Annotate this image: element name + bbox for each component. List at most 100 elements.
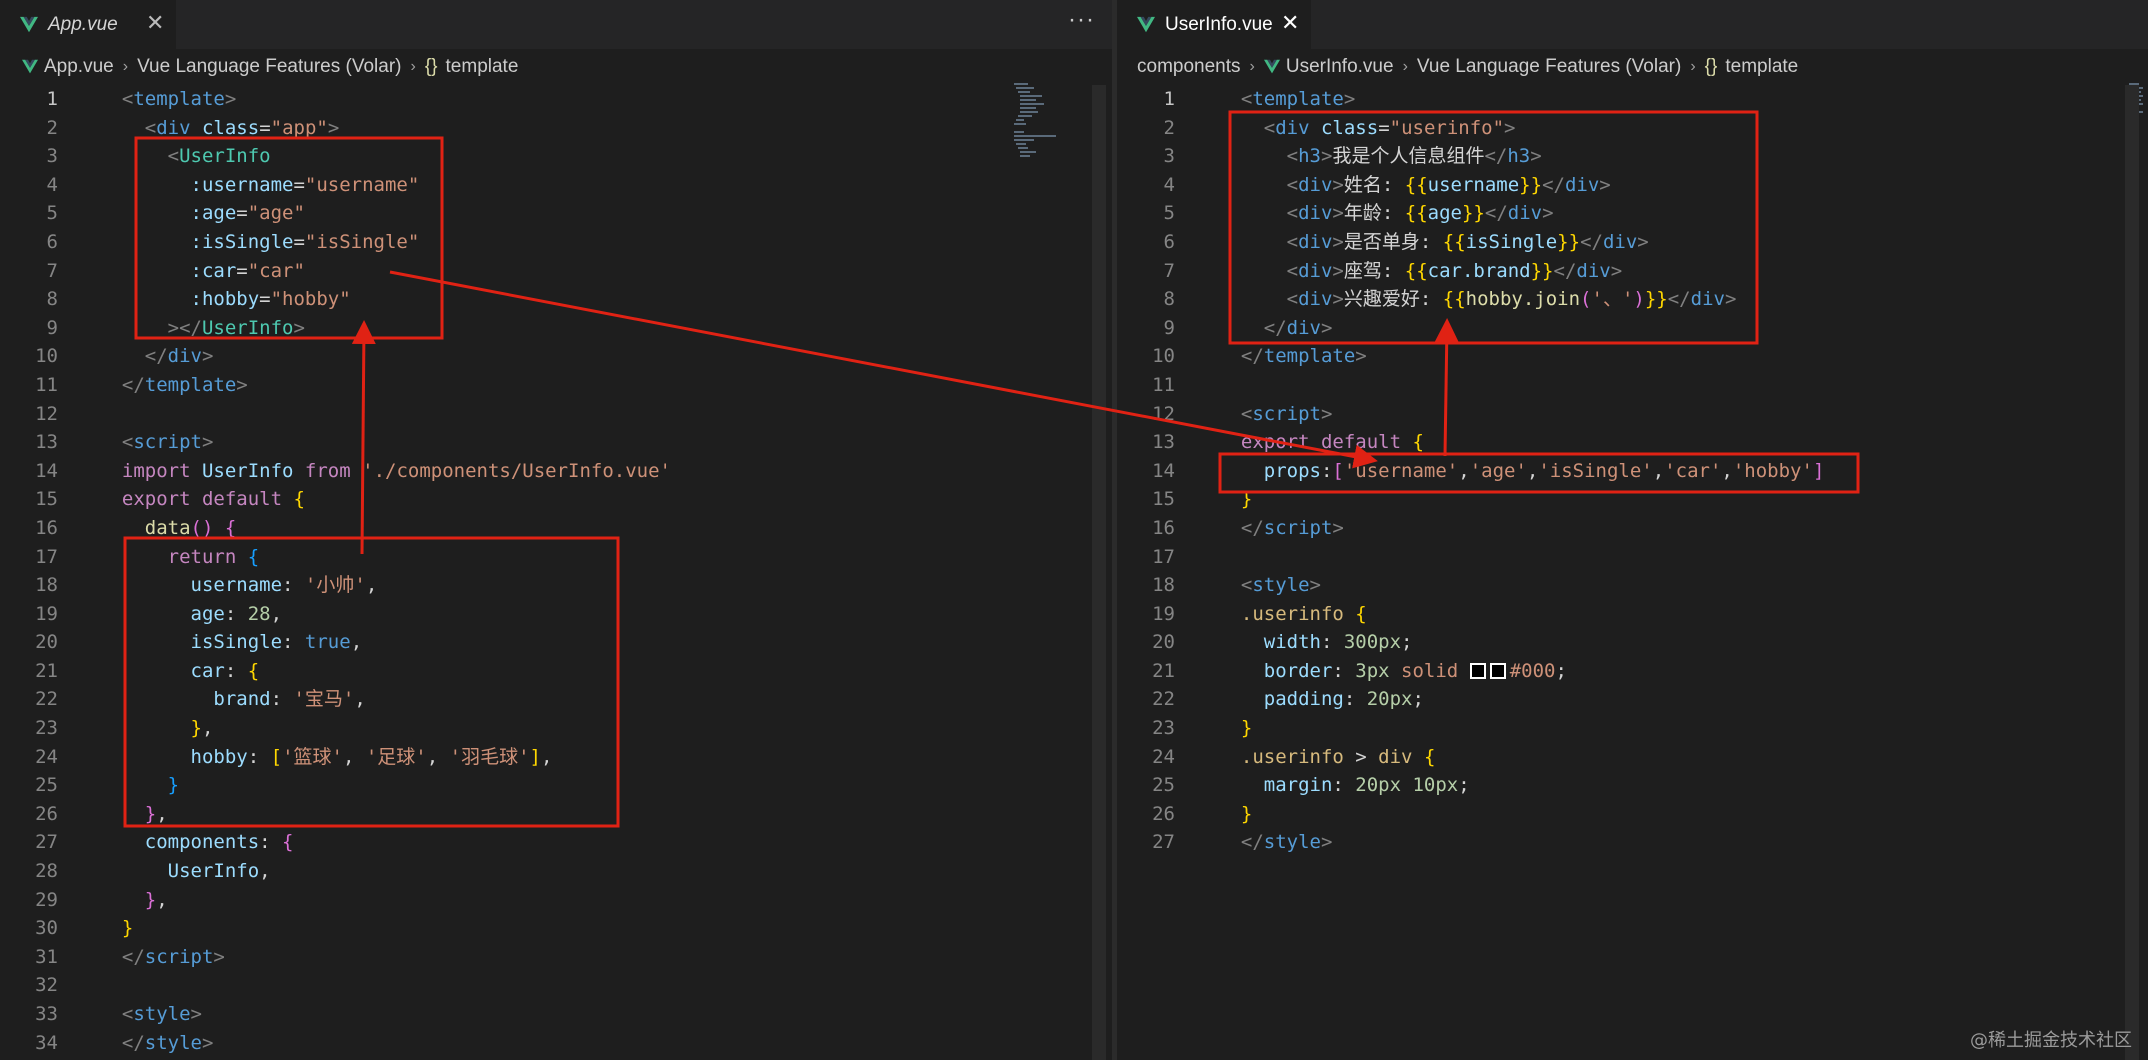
line-number: 17 — [35, 545, 58, 568]
code-token: , — [270, 602, 283, 625]
code-token: { — [236, 545, 260, 568]
code-token: }} — [1644, 288, 1668, 311]
code-token: brand — [99, 688, 271, 711]
code-token: default — [1309, 431, 1402, 454]
breadcrumb-item[interactable]: Vue Language Features (Volar) — [1417, 56, 1681, 78]
code-line: 1 <template> — [1117, 85, 2148, 114]
code-token: > — [201, 431, 214, 454]
code-token: > — [1343, 88, 1356, 110]
line-text: </div> — [1218, 314, 1333, 343]
code-token: style — [1252, 574, 1310, 597]
code-token: 座驾: — [1343, 259, 1405, 282]
code-token: :car — [99, 259, 237, 282]
code-token: {{ — [1404, 173, 1428, 196]
breadcrumb-item[interactable]: components — [1137, 56, 1241, 78]
line-text: } — [1218, 485, 1252, 514]
line-text: }, — [99, 714, 214, 743]
breadcrumb-item[interactable]: App.vue — [22, 56, 114, 78]
code-token: div — [1690, 288, 1725, 311]
tab-app-vue[interactable]: App.vue ✕ — [0, 0, 176, 49]
code-token: div — [1507, 202, 1543, 225]
right-tab-bar: UserInfo.vue ✕ — [1117, 0, 2148, 49]
code-token: </ — [1240, 831, 1264, 854]
breadcrumb-item[interactable]: Vue Language Features (Volar) — [137, 56, 401, 78]
code-line: 5 :age="age" — [0, 199, 1112, 228]
code-token: > — [293, 316, 305, 339]
line-number: 32 — [35, 974, 58, 997]
code-line: 1 <template> — [0, 85, 1112, 114]
code-line: 10 </template> — [1117, 342, 2148, 371]
code-token: : — [224, 659, 248, 682]
code-line: 11 — [1117, 371, 2148, 400]
breadcrumb-item[interactable]: {} template — [425, 56, 519, 78]
line-number: 18 — [1152, 574, 1175, 597]
line-text: <template> — [99, 85, 236, 114]
line-number: 8 — [1163, 288, 1175, 311]
line-number: 19 — [35, 602, 58, 625]
line-number: 20 — [1152, 631, 1175, 654]
line-text: :age="age" — [99, 199, 305, 228]
breadcrumb-item[interactable]: UserInfo.vue — [1263, 56, 1394, 78]
code-token: ] — [1812, 459, 1825, 482]
line-text: isSingle: true, — [99, 628, 363, 657]
code-editor[interactable]: 1 <template> 2 <div class="userinfo"> 3 <h… — [1117, 85, 2148, 857]
close-icon[interactable]: ✕ — [1281, 10, 1299, 36]
line-number: 15 — [1152, 488, 1175, 511]
code-token: ./components/UserInfo.vue — [373, 459, 660, 482]
more-actions-icon[interactable]: ··· — [1068, 6, 1095, 34]
breadcrumb-separator: › — [410, 58, 416, 75]
code-line: 12 — [0, 400, 1112, 429]
line-number: 3 — [46, 145, 58, 168]
code-token: template — [1263, 345, 1356, 368]
line-text: username: '小帅', — [99, 571, 378, 600]
code-token: > — [236, 373, 248, 396]
code-line: 29 }, — [0, 886, 1112, 915]
code-token: div — [1298, 173, 1333, 196]
code-token: </ — [144, 345, 168, 368]
code-token: :username — [99, 173, 294, 196]
code-token: style — [144, 1031, 202, 1054]
line-number: 17 — [1152, 545, 1175, 568]
code-token: div — [1602, 230, 1638, 253]
code-token: < — [121, 88, 134, 110]
code-token: , — [540, 745, 553, 768]
code-token: } — [144, 888, 157, 911]
line-text: <script> — [99, 428, 214, 457]
code-token: > — [1530, 145, 1542, 168]
scrollbar[interactable] — [1092, 85, 1106, 1060]
line-number: 19 — [1152, 602, 1175, 625]
line-text: padding: 20px; — [1218, 685, 1424, 714]
line-text: </script> — [99, 943, 225, 972]
line-text: <script> — [1218, 400, 1333, 429]
line-text: </script> — [1218, 514, 1344, 543]
code-token: > — [1332, 230, 1344, 253]
line-text: <UserInfo — [99, 142, 271, 171]
code-token: , — [259, 860, 271, 883]
line-number: 26 — [1152, 802, 1175, 825]
breadcrumb-item[interactable]: {} template — [1705, 56, 1799, 78]
code-editor[interactable]: 1 <template> 2 <div class="app"> 3 <UserIn… — [0, 85, 1112, 1057]
code-token: </ — [1553, 259, 1577, 282]
code-token: :age — [99, 202, 237, 225]
breadcrumb-separator: › — [1690, 58, 1696, 75]
line-number: 13 — [35, 431, 58, 454]
breadcrumb-separator: › — [1249, 58, 1255, 75]
code-line: 8 :hobby="hobby" — [0, 285, 1112, 314]
code-token: ] — [529, 745, 541, 768]
code-token: 'isSingle' — [1538, 459, 1653, 482]
scrollbar[interactable] — [2125, 85, 2139, 1060]
line-number: 22 — [35, 688, 58, 711]
tab-userinfo-vue[interactable]: UserInfo.vue ✕ — [1117, 0, 1311, 49]
code-token: > — [1542, 202, 1554, 225]
code-token: ></ — [167, 316, 202, 339]
minimap[interactable] — [1012, 82, 1060, 162]
code-token: = — [1378, 116, 1390, 139]
line-number: 5 — [1163, 202, 1175, 225]
code-line: 3 <h3>我是个人信息组件</h3> — [1117, 142, 2148, 171]
code-line: 22 padding: 20px; — [1117, 685, 2148, 714]
code-token: < — [1286, 288, 1299, 311]
close-icon[interactable]: ✕ — [146, 10, 164, 36]
code-line: 24 hobby: ['篮球', '足球', '羽毛球'], — [0, 743, 1112, 772]
